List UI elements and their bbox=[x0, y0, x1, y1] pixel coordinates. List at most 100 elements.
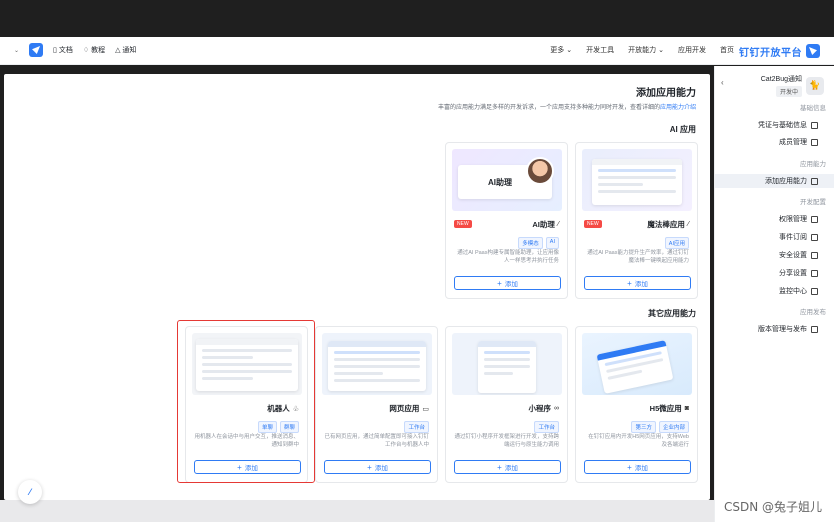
app-status-tag: 开发中 bbox=[775, 86, 802, 97]
sidebar-item-label: 安全设置 bbox=[779, 252, 807, 259]
card-magic-wand: NEW 魔法棒应用 ⁄ AI应用 通过AI Paas能力提升生产效率，通过钉钉魔法… bbox=[575, 142, 698, 299]
page-description-text: 丰富的应用能力满足多样的开发诉求，一个应用支持多种能力同时开发，查看详细的 bbox=[437, 105, 660, 111]
card-mini-program: 小程序∞ 工作台 通过钉钉小程序开发框架进行开发，支持跨端运行与原生能力调用 添… bbox=[445, 326, 568, 483]
card-web-app: 网页应用▭ 工作台 已有网页应用，通过简单配置即可接入钉钉工作台与机器人中 添加 bbox=[315, 326, 438, 483]
top-nav: 钉钉开放平台 首页 应用开发 开放能力 ⌄ 开发工具 更多 ⌄ ⌄ ▯ 文档 ♢ 教… bbox=[0, 37, 834, 65]
tag: 工作台 bbox=[404, 421, 429, 433]
sidebar-item-label: 事件订阅 bbox=[779, 234, 807, 241]
floating-help-button[interactable]: ⁄ bbox=[18, 480, 42, 504]
main-content: 添加应用能力 丰富的应用能力满足多样的开发诉求，一个应用支持多种能力同时开发，查… bbox=[4, 74, 710, 500]
card-title-text: 魔法棒应用 bbox=[647, 220, 685, 229]
sidebar-item-share[interactable]: 分享设置 bbox=[715, 266, 834, 280]
app-name: Cat2Bug通知 bbox=[760, 76, 802, 83]
card-title-text: H5微应用 bbox=[649, 404, 682, 413]
sidebar-item-credentials[interactable]: 凭证与基础信息 bbox=[715, 118, 834, 132]
card-description: 在钉钉应用内开发H5网页应用，支持Web及各端运行 bbox=[588, 434, 689, 448]
card-tags: 多模态 AI bbox=[518, 237, 559, 249]
sidebar-item-label: 版本管理与发布 bbox=[758, 326, 807, 333]
add-button[interactable]: 添加 bbox=[584, 460, 691, 474]
card-tags: 第三方 企业内部 bbox=[631, 421, 689, 433]
card-description: 通过AI Paas能力提升生产效率，通过钉钉魔法棒一键唤起应用能力 bbox=[587, 250, 689, 264]
sidebar-item-label: 权限管理 bbox=[779, 216, 807, 223]
new-badge: NEW bbox=[584, 220, 602, 228]
other-group-title: 其它应用能力 bbox=[648, 309, 696, 318]
ai-group-title: AI 应用 bbox=[669, 125, 696, 134]
card-title: H5微应用 ◙ bbox=[650, 403, 689, 414]
docs-label: 文档 bbox=[58, 47, 73, 54]
shield-icon bbox=[811, 251, 818, 259]
card-thumbnail bbox=[322, 333, 432, 395]
card-description: 通过钉钉小程序开发框架进行开发，支持跨端运行与原生能力调用 bbox=[454, 434, 559, 448]
card-title: 魔法棒应用 ⁄ bbox=[647, 219, 689, 230]
card-h5-micro-app: H5微应用 ◙ 第三方 企业内部 在钉钉应用内开发H5网页应用，支持Web及各端运行… bbox=[575, 326, 698, 483]
card-title: 小程序 ∞ bbox=[529, 403, 560, 414]
tutorial-label: 教程 bbox=[91, 47, 106, 54]
tag: 第三方 bbox=[631, 421, 656, 433]
add-button[interactable]: 添加 bbox=[454, 460, 561, 474]
book-icon: ▯ bbox=[53, 47, 57, 54]
add-button[interactable]: 添加 bbox=[584, 276, 691, 290]
user-icon bbox=[811, 138, 818, 146]
add-button[interactable]: 添加 bbox=[324, 460, 431, 474]
dingtalk-logo-icon: ⁄ bbox=[29, 487, 31, 497]
watermark: CSDN @兔子姐儿 bbox=[723, 500, 822, 514]
app-sidebar: ‹ Cat2Bug通知 开发中 🐈 基础信息 凭证与基础信息 成员管理 应用能力… bbox=[714, 66, 834, 522]
page-title: 添加应用能力 bbox=[636, 88, 696, 99]
cat-icon: 🐈 bbox=[806, 76, 824, 95]
document-icon bbox=[811, 121, 818, 129]
tag: 工作台 bbox=[534, 421, 559, 433]
ability-intro-link[interactable]: 应用能力介绍 bbox=[660, 105, 696, 111]
card-title-text: AI助理 bbox=[532, 220, 555, 229]
back-arrow-icon[interactable]: ‹ bbox=[721, 78, 724, 87]
nav-right-actions: ⌄ ▯ 文档 ♢ 教程 △ 通知 bbox=[14, 43, 136, 57]
ai-assistant-thumb-title: AI助理 bbox=[488, 178, 512, 187]
sidebar-item-monitor[interactable]: 监控中心 bbox=[715, 284, 834, 298]
chevron-down-icon: ⌄ bbox=[658, 47, 664, 54]
chevron-down-icon: ⌄ bbox=[566, 47, 573, 54]
monitor-icon bbox=[811, 287, 818, 295]
card-title: AI助理 ⁄ bbox=[532, 219, 559, 230]
app-switcher-icon[interactable] bbox=[29, 43, 44, 57]
card-thumbnail: AI助理 bbox=[452, 149, 562, 211]
current-app: Cat2Bug通知 开发中 🐈 bbox=[761, 74, 824, 97]
tag: 多模态 bbox=[518, 237, 543, 249]
menu-app-dev[interactable]: 应用开发 bbox=[678, 45, 706, 55]
menu-more[interactable]: 更多 ⌄ bbox=[550, 45, 572, 55]
magic-wand-icon: ⁄ bbox=[687, 221, 689, 228]
chevron-down-icon[interactable]: ⌄ bbox=[14, 47, 19, 54]
sidebar-item-events[interactable]: 事件订阅 bbox=[715, 230, 834, 244]
platform-logo[interactable]: 钉钉开放平台 bbox=[739, 43, 820, 59]
avatar bbox=[526, 157, 554, 185]
browser-icon: ▭ bbox=[422, 405, 429, 413]
notice-link[interactable]: △ 通知 bbox=[115, 45, 136, 55]
tutorial-link[interactable]: ♢ 教程 bbox=[83, 45, 105, 55]
add-button[interactable]: 添加 bbox=[454, 276, 561, 290]
sidebar-item-security[interactable]: 安全设置 bbox=[715, 248, 834, 262]
sidebar-item-label: 监控中心 bbox=[779, 288, 807, 295]
sidebar-item-label: 成员管理 bbox=[779, 139, 807, 146]
brand-name: 钉钉开放平台 bbox=[739, 47, 802, 59]
section-basic: 基础信息 bbox=[800, 105, 826, 112]
main-menu: 首页 应用开发 开放能力 ⌄ 开发工具 更多 ⌄ bbox=[550, 45, 734, 55]
card-description: 已有网页应用，通过简单配置即可接入钉钉工作台与机器人中 bbox=[324, 434, 429, 448]
sidebar-item-version[interactable]: 版本管理与发布 bbox=[715, 322, 834, 336]
key-icon bbox=[811, 215, 818, 223]
bell-icon: △ bbox=[115, 47, 121, 54]
section-publish: 应用发布 bbox=[800, 309, 826, 316]
highlight-box bbox=[177, 320, 315, 483]
menu-dev-tools[interactable]: 开发工具 bbox=[586, 45, 614, 55]
sidebar-item-label: 添加应用能力 bbox=[765, 178, 807, 185]
card-description: 通过AI Paas构建专属智能助理，让应用像人一样思考并执行任务 bbox=[457, 250, 559, 264]
sidebar-item-add-ability[interactable]: 添加应用能力 bbox=[715, 174, 834, 188]
card-thumbnail bbox=[582, 333, 692, 395]
tag: 企业内部 bbox=[658, 421, 689, 433]
calendar-icon bbox=[811, 233, 818, 241]
sidebar-item-members[interactable]: 成员管理 bbox=[715, 135, 834, 149]
page-description: 丰富的应用能力满足多样的开发诉求，一个应用支持多种能力同时开发，查看详细的应用能… bbox=[438, 102, 696, 111]
sidebar-item-permissions[interactable]: 权限管理 bbox=[715, 212, 834, 226]
menu-open-ability-label: 开放能力 bbox=[628, 47, 657, 54]
menu-open-ability[interactable]: 开放能力 ⌄ bbox=[628, 45, 664, 55]
docs-link[interactable]: ▯ 文档 bbox=[53, 45, 73, 55]
menu-home[interactable]: 首页 bbox=[720, 45, 734, 55]
card-ai-assistant: AI助理 NEW AI助理 ⁄ 多模态 AI 通过AI Paas构建专属智能助理，让… bbox=[445, 142, 568, 299]
